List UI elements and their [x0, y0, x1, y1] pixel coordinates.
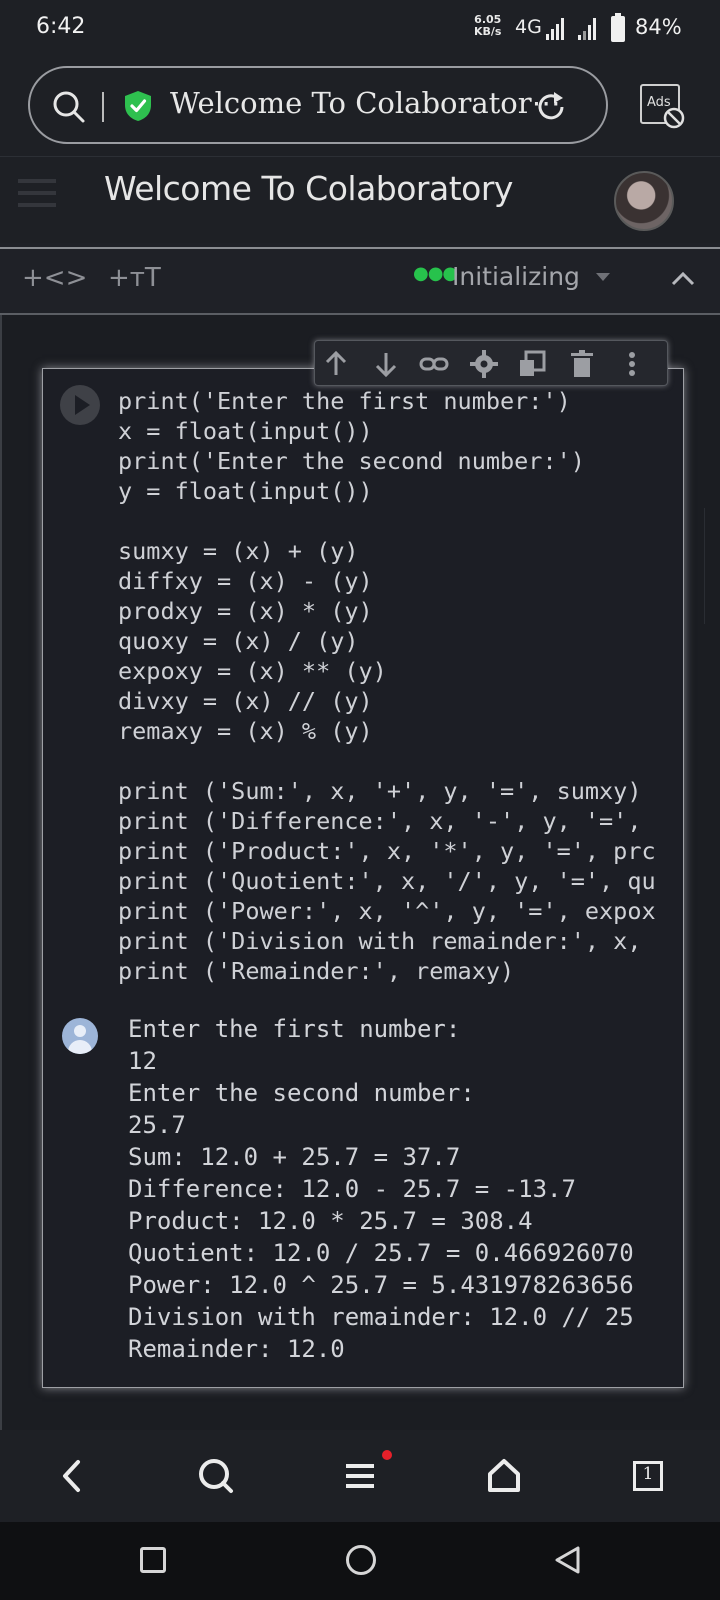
- avatar[interactable]: [614, 171, 674, 231]
- search-icon[interactable]: [192, 1452, 240, 1500]
- reload-icon[interactable]: [534, 90, 568, 124]
- home-circle-icon[interactable]: [346, 1545, 376, 1575]
- battery-percent: 84%: [635, 15, 682, 39]
- tabs-button[interactable]: 1: [624, 1452, 672, 1500]
- play-icon[interactable]: [75, 395, 90, 415]
- arrow-up-icon[interactable]: [321, 349, 351, 379]
- add-text-button[interactable]: +тT: [108, 263, 161, 293]
- notebook-toolbar: +<> +тT ●●● Initializing: [0, 247, 720, 315]
- back-triangle-icon[interactable]: [552, 1544, 584, 1576]
- url-title: Welcome To Colaborator⋯: [170, 86, 561, 120]
- scroll-indicator: [704, 508, 720, 624]
- block-icon: [663, 107, 685, 129]
- back-icon[interactable]: [48, 1452, 96, 1500]
- battery-icon: [611, 13, 625, 42]
- menu-button[interactable]: [336, 1450, 392, 1500]
- home-icon[interactable]: [480, 1452, 528, 1500]
- notification-dot: [382, 1450, 392, 1460]
- divider: [0, 315, 2, 1430]
- secure-shield-icon: [125, 91, 151, 121]
- signal-icon-2: [578, 18, 598, 40]
- runtime-status[interactable]: Initializing: [452, 262, 580, 291]
- menu-icon: [346, 1464, 374, 1488]
- add-code-button[interactable]: +<>: [22, 263, 87, 293]
- output-user-icon: [62, 1018, 98, 1054]
- network-type: 4G: [515, 16, 542, 38]
- cell-output: Enter the first number: 12 Enter the sec…: [128, 1015, 634, 1363]
- tabs-count: 1: [642, 1464, 654, 1484]
- clock: 6:42: [36, 14, 86, 39]
- cell-toolbar: [314, 340, 668, 386]
- net-speed: 6.05 KB/s: [474, 14, 501, 38]
- arrow-down-icon[interactable]: [371, 349, 401, 379]
- ads-block-button[interactable]: Ads: [640, 84, 685, 129]
- page-title: Welcome To Colaboratory: [104, 169, 513, 208]
- colab-header: Welcome To Colaboratory: [0, 157, 720, 243]
- code-editor[interactable]: print('Enter the first number:') x = flo…: [118, 386, 676, 986]
- hamburger-menu-icon[interactable]: [18, 179, 56, 207]
- recents-icon[interactable]: [140, 1547, 166, 1573]
- browser-address-bar: Welcome To Colaborator⋯ Ads: [0, 60, 720, 157]
- status-dots-icon: ●●●: [413, 263, 458, 284]
- url-divider: [102, 92, 104, 122]
- chevron-down-icon[interactable]: [596, 273, 610, 281]
- link-icon[interactable]: [419, 349, 449, 379]
- net-speed-unit: KB/s: [474, 25, 502, 38]
- url-field[interactable]: Welcome To Colaborator⋯: [28, 66, 608, 144]
- trash-icon[interactable]: [567, 349, 597, 379]
- mirror-cell-icon[interactable]: [517, 349, 547, 379]
- signal-icon: [546, 18, 566, 40]
- search-icon[interactable]: [52, 90, 86, 124]
- more-vert-icon[interactable]: [617, 349, 647, 379]
- chevron-up-icon[interactable]: [670, 269, 696, 287]
- status-bar: 6:42 6.05 KB/s 4G 84%: [0, 0, 720, 60]
- browser-bottom-nav: 1: [0, 1430, 720, 1522]
- system-nav-bar: [0, 1522, 720, 1600]
- gear-icon[interactable]: [469, 349, 499, 379]
